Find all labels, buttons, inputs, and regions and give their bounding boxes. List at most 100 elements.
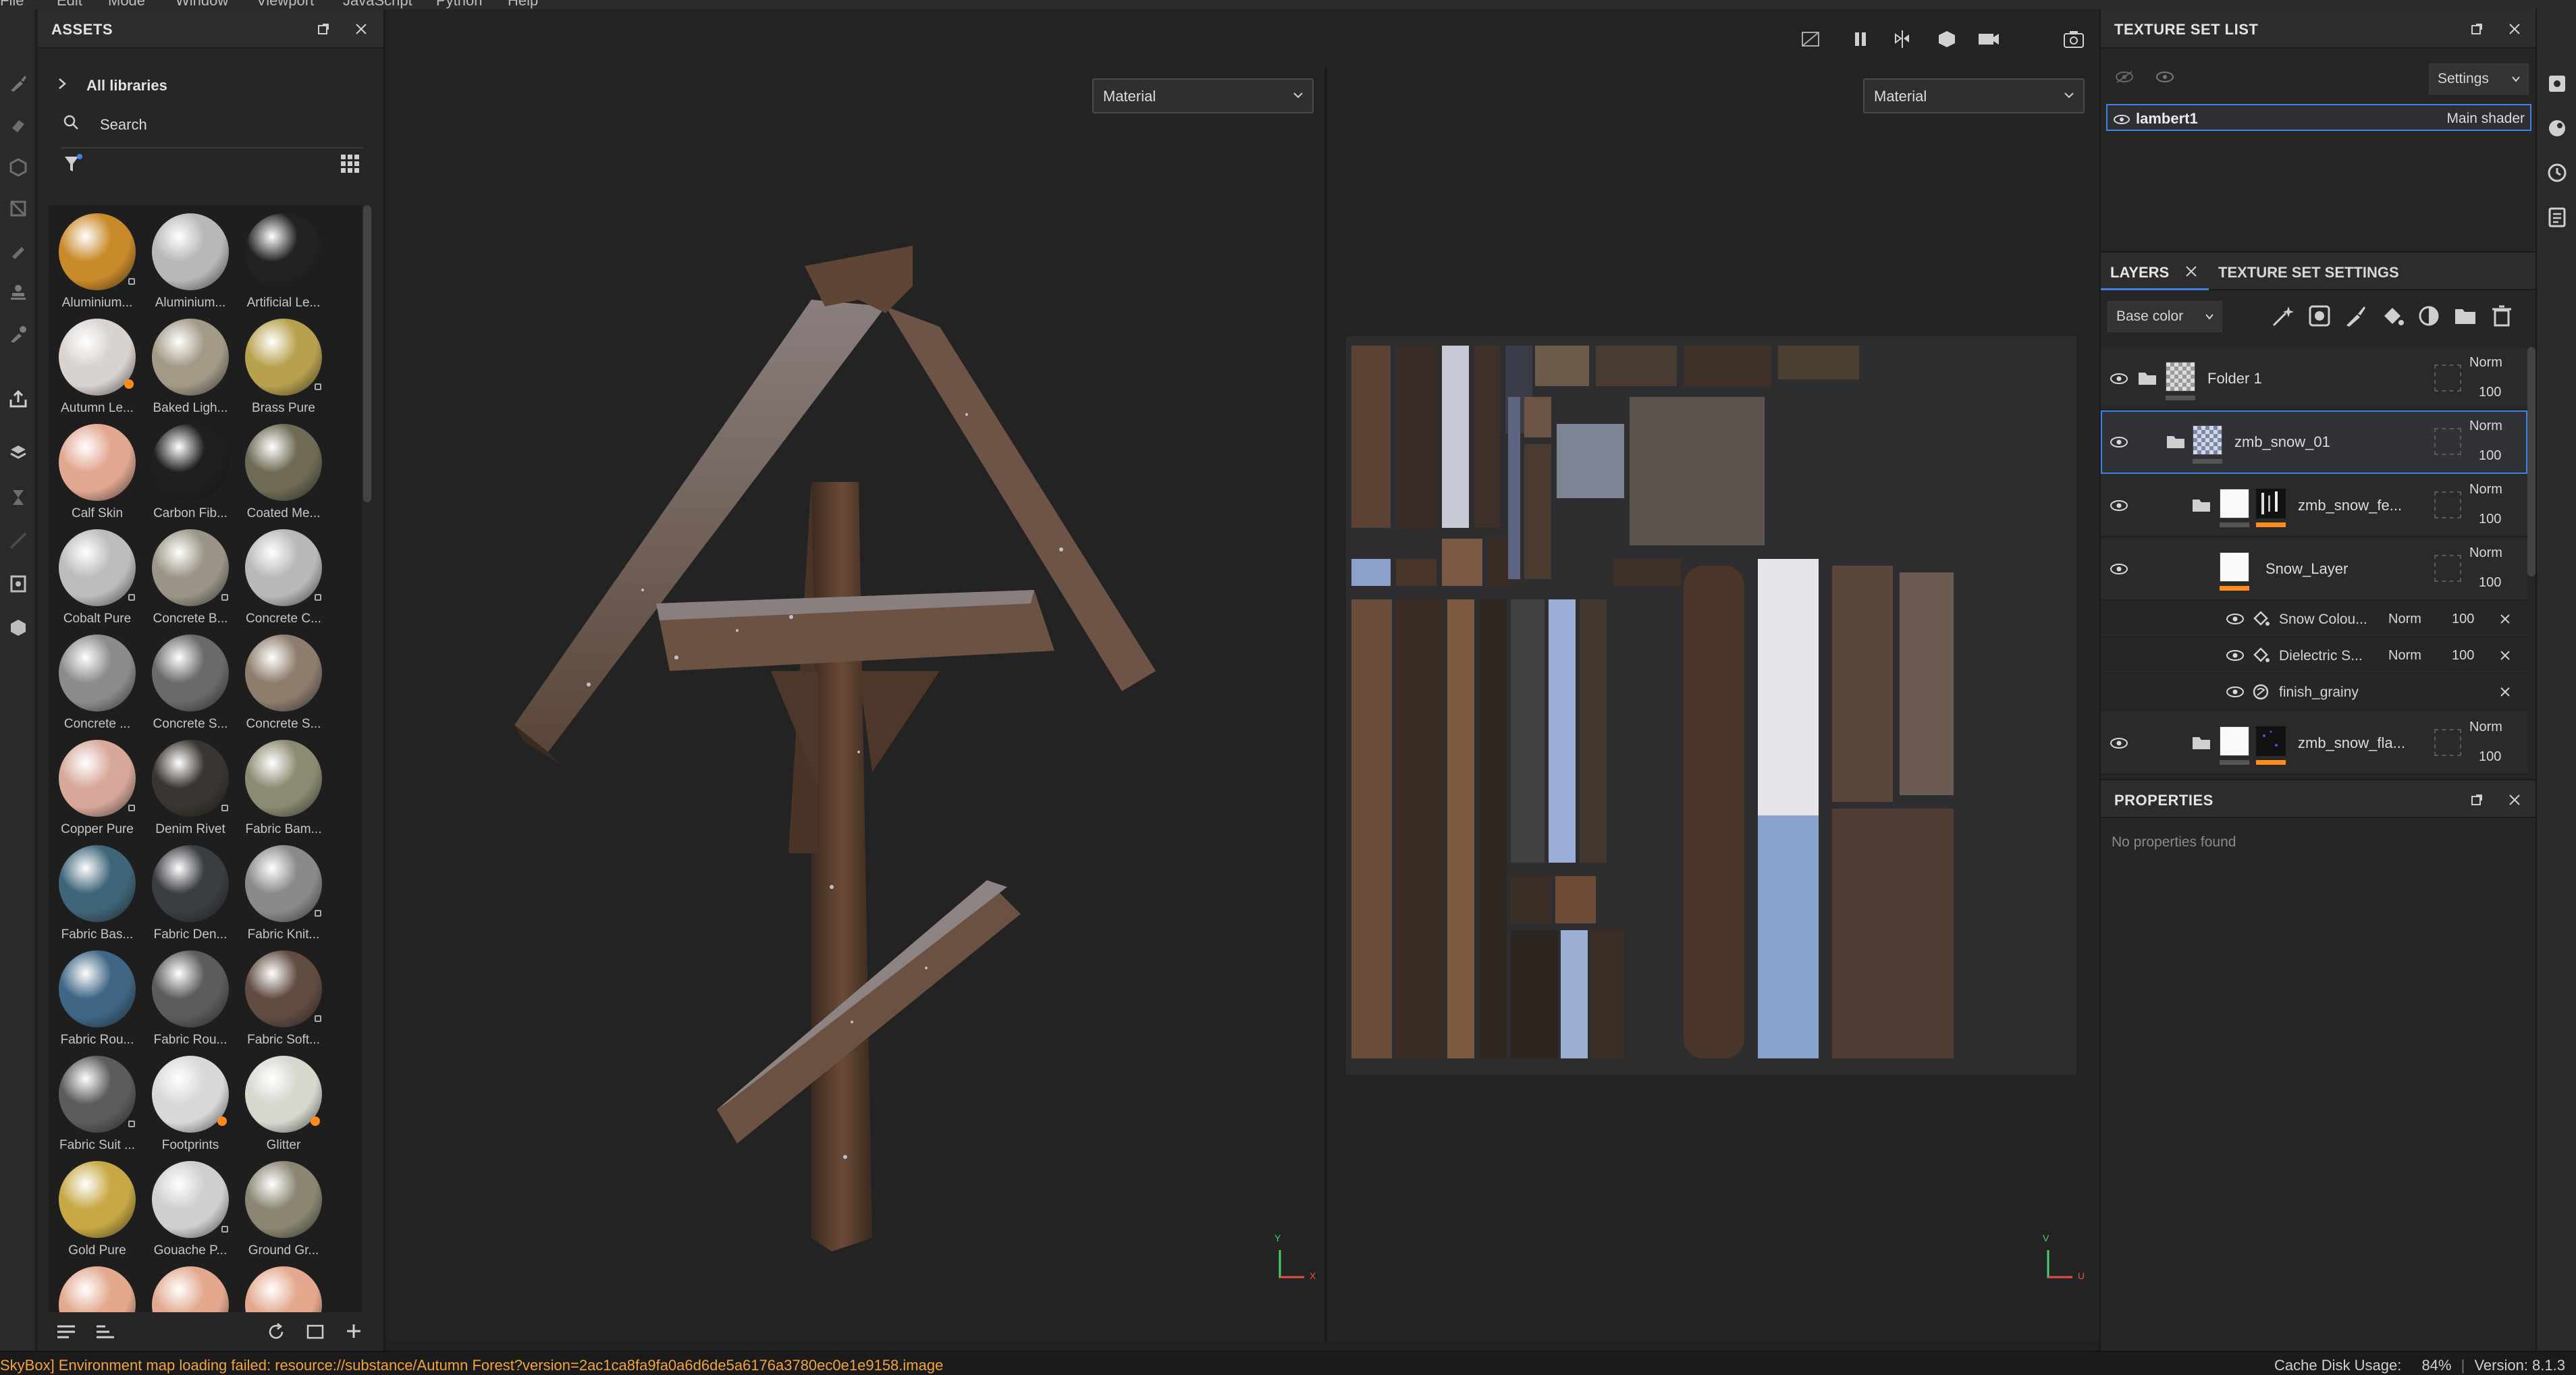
- history-icon[interactable]: [2546, 162, 2568, 188]
- smart-mask-icon[interactable]: [2307, 304, 2332, 332]
- layer-mask-slot[interactable]: [2434, 729, 2461, 756]
- add-mask-icon[interactable]: [2417, 304, 2441, 332]
- asset-tile[interactable]: Fabric Soft...: [238, 946, 329, 1052]
- layer-row-zmb-snow-01[interactable]: zmb_snow_01 Norm 100: [2101, 410, 2527, 474]
- split-view-icon[interactable]: [1890, 27, 1917, 51]
- hourglass-icon[interactable]: [7, 486, 30, 509]
- search-input[interactable]: Search: [100, 116, 147, 134]
- layer-row-snow-layer[interactable]: Snow_Layer Norm 100: [2101, 537, 2527, 601]
- opacity-value[interactable]: 100: [2479, 575, 2501, 591]
- eye-icon[interactable]: [2109, 562, 2129, 576]
- close-icon[interactable]: [2184, 265, 2198, 282]
- smudge-icon[interactable]: [7, 239, 30, 262]
- log-icon[interactable]: [2546, 207, 2568, 232]
- channel-select[interactable]: Base color: [2108, 301, 2222, 332]
- new-folder-icon[interactable]: [305, 1322, 325, 1346]
- asset-tile[interactable]: Concrete C...: [238, 525, 329, 630]
- effect-row-snow-colour[interactable]: Snow Colou... Norm 100: [2101, 601, 2527, 637]
- shader-settings-icon[interactable]: [2546, 117, 2568, 143]
- viewport-3d-mode-select[interactable]: Material: [1092, 78, 1314, 113]
- eye-icon[interactable]: [2225, 612, 2245, 626]
- asset-tile[interactable]: [238, 1262, 329, 1312]
- folder-closed-icon[interactable]: [2191, 734, 2213, 756]
- layer-mask-slot[interactable]: [2434, 491, 2461, 518]
- pause-icon[interactable]: [1847, 27, 1874, 51]
- layer-mask-slot[interactable]: [2434, 555, 2461, 582]
- asset-tile[interactable]: Gold Pure: [51, 1157, 143, 1262]
- asset-tile[interactable]: Concrete S...: [144, 630, 236, 736]
- asset-tile[interactable]: Fabric Suit ...: [51, 1052, 143, 1157]
- list-view-icon[interactable]: [55, 1323, 77, 1346]
- magic-wand-icon[interactable]: [2271, 304, 2295, 332]
- filter-icon[interactable]: [62, 153, 85, 180]
- add-paint-layer-icon[interactable]: [2344, 304, 2368, 332]
- eye-icon[interactable]: [2113, 112, 2130, 130]
- remove-effect-icon[interactable]: [2499, 684, 2511, 702]
- asset-tile[interactable]: Fabric Knit...: [238, 841, 329, 946]
- asset-tile[interactable]: Concrete B...: [144, 525, 236, 630]
- menu-javascript[interactable]: JavaScript: [343, 0, 412, 9]
- eraser-icon[interactable]: [7, 113, 30, 136]
- blend-mode[interactable]: Norm: [2388, 648, 2421, 664]
- texture-set-row[interactable]: lambert1 Main shader: [2106, 104, 2531, 131]
- eye-icon[interactable]: [2109, 498, 2129, 513]
- camera-icon[interactable]: [1975, 27, 2002, 51]
- asset-tile[interactable]: Artificial Le...: [238, 209, 329, 315]
- viewport-3d[interactable]: Y X: [386, 9, 1324, 1343]
- asset-tile[interactable]: Glitter: [238, 1052, 329, 1157]
- asset-tile[interactable]: Coated Me...: [238, 420, 329, 525]
- sort-icon[interactable]: [95, 1323, 116, 1346]
- texture-set-settings-select[interactable]: Settings: [2429, 63, 2529, 95]
- undock-icon[interactable]: [2468, 20, 2486, 38]
- folder-open-icon[interactable]: [2191, 497, 2213, 518]
- add-icon[interactable]: [344, 1322, 363, 1345]
- add-fill-layer-icon[interactable]: [2380, 304, 2405, 332]
- export-icon[interactable]: [7, 387, 30, 410]
- asset-tile[interactable]: Carbon Fib...: [144, 420, 236, 525]
- asset-tile[interactable]: Copper Pure: [51, 736, 143, 841]
- color-picker-icon[interactable]: [7, 323, 30, 346]
- close-icon[interactable]: [352, 20, 370, 38]
- eye-icon[interactable]: [2225, 648, 2245, 663]
- asset-tile[interactable]: Footprints: [144, 1052, 236, 1157]
- asset-tile[interactable]: Aluminium...: [144, 209, 236, 315]
- menu-help[interactable]: Help: [508, 0, 538, 9]
- asset-tile[interactable]: Fabric Bas...: [51, 841, 143, 946]
- menu-viewport[interactable]: Viewport: [257, 0, 314, 9]
- asset-tile[interactable]: Fabric Rou...: [51, 946, 143, 1052]
- blend-mode[interactable]: Norm: [2469, 720, 2502, 735]
- layer-mask-slot[interactable]: [2434, 365, 2461, 392]
- menu-python[interactable]: Python: [436, 0, 483, 9]
- asset-tile[interactable]: Autumn Le...: [51, 315, 143, 420]
- asset-tile[interactable]: Concrete ...: [51, 630, 143, 736]
- blend-mode[interactable]: Norm: [2388, 612, 2421, 627]
- opacity-value[interactable]: 100: [2479, 448, 2501, 464]
- layers-scrollbar[interactable]: [2527, 347, 2535, 576]
- close-icon[interactable]: [2506, 20, 2523, 38]
- all-libraries[interactable]: All libraries: [86, 77, 167, 95]
- asset-tile[interactable]: Ground Gr...: [238, 1157, 329, 1262]
- paint-brush-icon[interactable]: [7, 72, 30, 95]
- grid-view-icon[interactable]: [339, 153, 362, 180]
- folder-open-icon[interactable]: [2166, 433, 2187, 455]
- blend-mode[interactable]: Norm: [2469, 545, 2502, 561]
- eye-icon[interactable]: [2109, 736, 2129, 751]
- visibility-toggle-icon[interactable]: [2114, 70, 2135, 88]
- eye-icon[interactable]: [2109, 371, 2129, 386]
- menu-edit[interactable]: Edit: [57, 0, 82, 9]
- chevron-right-icon[interactable]: [57, 77, 68, 95]
- asset-tile[interactable]: Cobalt Pure: [51, 525, 143, 630]
- eye-icon[interactable]: [2225, 684, 2245, 699]
- eye-icon[interactable]: [2109, 435, 2129, 450]
- asset-tile[interactable]: Fabric Bam...: [238, 736, 329, 841]
- close-icon[interactable]: [2506, 791, 2523, 809]
- clone-stamp-icon[interactable]: [7, 281, 30, 304]
- add-folder-icon[interactable]: [2453, 304, 2477, 332]
- asset-tile[interactable]: [51, 1262, 143, 1312]
- shelf-icon[interactable]: [7, 616, 30, 639]
- blend-mode[interactable]: Norm: [2469, 355, 2502, 371]
- viewer-icon[interactable]: [7, 572, 30, 595]
- asset-tile[interactable]: Brass Pure: [238, 315, 329, 420]
- display-cube-icon[interactable]: [1933, 27, 1960, 51]
- asset-tile[interactable]: Fabric Den...: [144, 841, 236, 946]
